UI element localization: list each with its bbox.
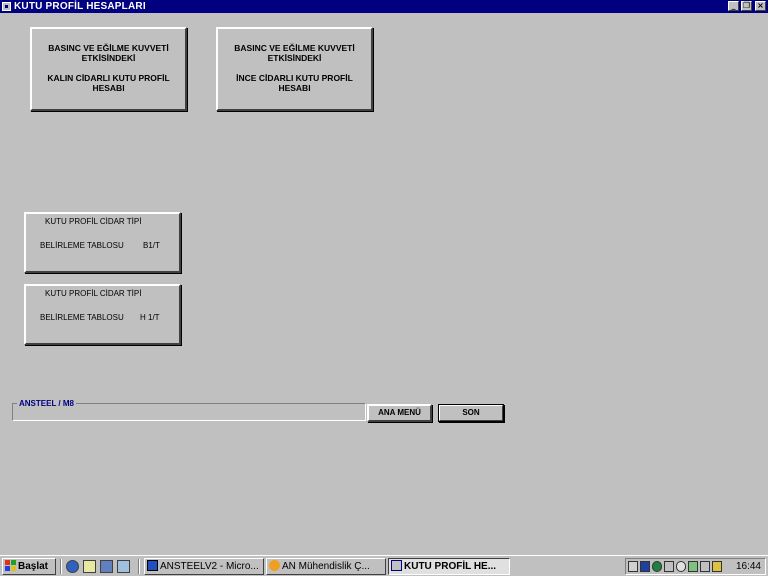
ie-icon[interactable] (66, 560, 79, 573)
sun-icon (269, 560, 280, 571)
close-button[interactable]: × (755, 1, 766, 11)
taskbar-separator (60, 559, 62, 574)
button-line: ETKİSİNDEKİ (267, 53, 322, 63)
button-line: BASINC VE EĞİLME KUVVETİ (234, 43, 355, 53)
task-label: KUTU PROFİL HE... (404, 561, 497, 572)
tray-icon[interactable] (628, 561, 638, 572)
table-code: H 1/T (140, 313, 160, 322)
thick-wall-box-profile-button[interactable]: BASINC VE EĞİLME KUVVETİ ETKİSİNDEKİ KAL… (30, 27, 187, 111)
thin-wall-box-profile-button[interactable]: BASINC VE EĞİLME KUVVETİ ETKİSİNDEKİ İNC… (216, 27, 373, 111)
desktop-icon[interactable] (100, 560, 113, 573)
maximize-button[interactable]: ❐ (741, 1, 752, 11)
task-label: ANSTEELV2 - Micro... (160, 561, 259, 572)
frame-label: ANSTEEL / M8 (17, 399, 76, 408)
button-line: HESABI (278, 83, 311, 93)
button-line: KALIN CİDARLI KUTU PROFİL (47, 73, 170, 83)
table-code: B1/T (143, 241, 160, 250)
channels-icon[interactable] (117, 560, 130, 573)
clock[interactable]: 16:44 (736, 559, 761, 574)
outlook-express-icon[interactable] (83, 560, 96, 573)
taskbar-separator (138, 559, 140, 574)
button-line: HESABI (92, 83, 125, 93)
task-label: AN Mühendislik Ç... (282, 561, 370, 572)
start-label: Başlat (18, 561, 49, 572)
end-button[interactable]: SON (438, 404, 504, 422)
button-line: KUTU PROFİL CİDAR TİPİ (45, 217, 142, 226)
taskbar: Başlat ANSTEELV2 - Micro... AN Mühendisl… (0, 555, 768, 576)
windows-logo-icon (5, 560, 16, 571)
minimize-button[interactable]: _ (728, 1, 739, 11)
keyboard-language-icon[interactable] (640, 561, 650, 572)
word-icon (147, 560, 158, 571)
tray-icon[interactable] (688, 561, 698, 572)
window-title: KUTU PROFİL HESAPLARI (14, 1, 146, 12)
button-line: ETKİSİNDEKİ (81, 53, 136, 63)
button-line: İNCE CİDARLI KUTU PROFİL (236, 73, 353, 83)
table-b1-button[interactable]: KUTU PROFİL CİDAR TİPİ BELİRLEME TABLOSU… (24, 212, 181, 273)
start-button[interactable]: Başlat (2, 558, 56, 575)
button-line: BELİRLEME TABLOSU (40, 313, 124, 322)
main-menu-button[interactable]: ANA MENÜ (367, 404, 432, 422)
task-an-muhendislik[interactable]: AN Mühendislik Ç... (266, 558, 386, 575)
app-window-icon[interactable] (2, 2, 11, 11)
button-line: BELİRLEME TABLOSU (40, 241, 124, 250)
system-tray: 16:44 (625, 558, 766, 575)
tray-icon[interactable] (676, 561, 686, 572)
task-ansteelv2[interactable]: ANSTEELV2 - Micro... (144, 558, 264, 575)
app-window-icon (391, 560, 402, 571)
button-line: BASINC VE EĞİLME KUVVETİ (48, 43, 169, 53)
network-icon[interactable] (652, 561, 662, 572)
tray-icon[interactable] (700, 561, 710, 572)
table-h1-button[interactable]: KUTU PROFİL CİDAR TİPİ BELİRLEME TABLOSU… (24, 284, 181, 345)
tray-icon[interactable] (664, 561, 674, 572)
title-bar[interactable]: KUTU PROFİL HESAPLARI _ ❐ × (0, 0, 768, 13)
button-line: KUTU PROFİL CİDAR TİPİ (45, 289, 142, 298)
volume-icon[interactable] (712, 561, 722, 572)
task-kutu-profil[interactable]: KUTU PROFİL HE... (388, 558, 510, 575)
